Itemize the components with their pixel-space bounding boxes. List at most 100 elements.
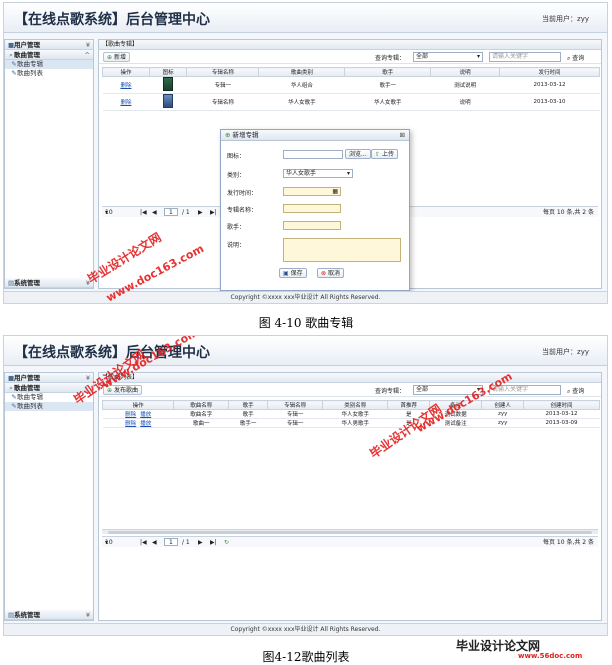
singer-input[interactable] [283, 221, 341, 230]
sidebar-group-system[interactable]: ▤系统管理 ¥ [5, 610, 93, 620]
refresh-icon[interactable]: ↻ [224, 537, 229, 548]
songlist-screenshot: 【在线点歌系统】后台管理中心 当前用户：zyy ■用户管理 ¥ ⌕歌曲管理 ^ ✎歌… [3, 335, 608, 636]
column-header: 歌手 [228, 400, 269, 410]
album-filter-select[interactable]: 全部 ▾ [413, 52, 483, 62]
chevron-down-icon: ▾ [476, 53, 480, 60]
singer-label: 歌手： [227, 224, 246, 231]
sidebar-item-albums[interactable]: ✎歌曲专辑 [5, 60, 93, 69]
footer: Copyright ©xxxx xxx毕业设计 All Rights Reser… [4, 291, 607, 303]
filter-label: 查询专辑： [375, 388, 406, 395]
page-size-select[interactable]: 10 ▾ [105, 207, 113, 218]
app-header: 【在线点歌系统】后台管理中心 当前用户：zyy [4, 3, 607, 33]
icon-label: 图标： [227, 153, 246, 160]
column-header: 说明 [430, 67, 501, 77]
next-page-icon[interactable]: ▶ [198, 207, 203, 218]
add-album-button[interactable]: ⊕ 新增 [103, 52, 130, 62]
album-table: 操作 图标 专辑名称 歌曲类别 歌手 说明 发行时间 删除 专辑一 华人组合 歌… [102, 67, 600, 111]
save-button[interactable]: ▣ 保存 [279, 268, 307, 278]
search-button[interactable]: ⌕ 查询 [567, 386, 584, 396]
column-header: 专辑名称 [186, 67, 260, 77]
prev-page-icon[interactable]: ◀ [152, 537, 157, 548]
first-page-icon[interactable]: |◀ [140, 537, 147, 548]
calendar-icon[interactable]: ▦ [332, 188, 338, 195]
scrollbar-thumb[interactable] [108, 531, 592, 534]
sidebar: ■用户管理 ¥ ⌕歌曲管理 ^ ✎歌曲专辑 ✎歌曲列表 ▤系统管理 ¥ [4, 372, 94, 621]
search-input[interactable]: 请输入关键字 [489, 52, 561, 62]
release-date-label: 发行时间： [227, 190, 258, 197]
search-icon: ⌕ [567, 55, 571, 62]
table-row: 删除 播放 歌曲名字 歌手 专辑一 华人女歌手 是 测试数据 zyy 2013-0… [102, 409, 600, 419]
close-icon[interactable]: ⊠ [400, 130, 405, 141]
column-header: 创建时间 [522, 400, 601, 410]
play-link[interactable]: 播放 [140, 421, 151, 427]
chevron-down-icon: ¥ [85, 41, 90, 49]
chevron-down-icon: ▾ [346, 170, 350, 177]
toolbar: ⊕ 发布歌曲 查询专辑： 全部 ▾ 请输入关键字 ⌕ 查询 [99, 383, 601, 397]
pager: 10 ▾ |◀ ◀ 1 / 1 ▶ ▶| ↻ 每页 10 条,共 2 条 [102, 536, 598, 547]
browse-button[interactable]: 浏览... [345, 149, 371, 159]
total-pages: / 1 [182, 539, 190, 546]
last-page-icon[interactable]: ▶| [210, 537, 217, 548]
album-cover-image [163, 94, 174, 108]
song-table: 操作 歌曲名称 歌手 专辑名称 类别名称 首推荐 备注 创建人 创建时间 删除播… [101, 400, 601, 428]
page-size-select[interactable]: 10 ▾ [105, 537, 113, 548]
column-header: 图标 [148, 67, 188, 77]
icon-file-input[interactable] [283, 150, 343, 159]
delete-link[interactable]: 删除 [125, 421, 136, 427]
last-page-icon[interactable]: ▶| [210, 207, 217, 218]
sidebar-item-songs[interactable]: ✎歌曲列表 [5, 69, 93, 78]
chevron-up-icon: ^ [84, 51, 90, 59]
category-label: 类别： [227, 172, 246, 179]
play-link[interactable]: 播放 [140, 412, 151, 418]
category-select[interactable]: 华人女歌手 ▾ [283, 169, 353, 178]
delete-link[interactable]: 删除 [120, 100, 131, 106]
column-header: 专辑名称 [267, 400, 323, 410]
current-user: 当前用户：zyy [542, 348, 589, 356]
next-page-icon[interactable]: ▶ [198, 537, 203, 548]
pager-summary: 每页 10 条,共 2 条 [543, 209, 594, 216]
upload-icon: ⇧ [375, 151, 381, 158]
table-row: 删除 专辑一 华人组合 歌手一 测试说明 2013-03-12 [102, 76, 600, 94]
column-header: 发行时间 [499, 67, 600, 77]
add-icon: ⊕ [225, 131, 231, 139]
column-header: 歌曲名称 [173, 400, 230, 410]
search-button[interactable]: ⌕ 查询 [567, 53, 584, 63]
page-input[interactable]: 1 [164, 208, 178, 216]
prev-page-icon[interactable]: ◀ [152, 207, 157, 218]
delete-link[interactable]: 删除 [125, 412, 136, 418]
total-pages: / 1 [182, 209, 190, 216]
page-input[interactable]: 1 [164, 538, 178, 546]
album-name-input[interactable] [283, 204, 341, 213]
sidebar-group-system[interactable]: ▤系统管理 ¥ [5, 278, 93, 288]
horizontal-scrollbar[interactable] [102, 529, 598, 534]
pager-summary: 每页 10 条,共 2 条 [543, 539, 594, 546]
cancel-button[interactable]: ⊗ 取消 [317, 268, 344, 278]
sidebar-group-songs[interactable]: ⌕歌曲管理 ^ [5, 50, 93, 60]
column-header: 歌曲类别 [258, 67, 346, 77]
description-textarea[interactable] [283, 238, 401, 262]
save-icon: ▣ [283, 270, 289, 277]
delete-link[interactable]: 删除 [120, 83, 131, 89]
sidebar-group-users[interactable]: ■用户管理 ¥ [5, 40, 93, 50]
figure-caption-album: 图 4-10 歌曲专辑 [258, 316, 354, 330]
column-header: 创建人 [481, 400, 524, 410]
main-content: 【歌曲列表】 ⊕ 发布歌曲 查询专辑： 全部 ▾ 请输入关键字 ⌕ 查询 操作 歌… [98, 372, 602, 621]
toolbar: ⊕ 新增 查询专辑： 全部 ▾ 请输入关键字 ⌕ 查询 [99, 50, 601, 64]
column-header: 操作 [102, 67, 150, 77]
site-logo-url: www.56doc.com [518, 652, 583, 660]
sidebar: ■用户管理 ¥ ⌕歌曲管理 ^ ✎歌曲专辑 ✎歌曲列表 ▤系统管理 ¥ [4, 39, 94, 289]
release-date-input[interactable]: ▦ [283, 187, 341, 196]
cancel-icon: ⊗ [321, 270, 327, 277]
table-row: 删除 专辑名称 华人女歌手 华人女歌手 说明 2013-03-10 [102, 93, 600, 111]
upload-button[interactable]: ⇧ 上传 [371, 149, 398, 159]
dialog-title: ⊕ 新增专辑 ⊠ [221, 130, 409, 141]
add-icon: ⊕ [107, 54, 113, 61]
app-title: 【在线点歌系统】后台管理中心 [14, 12, 210, 28]
sidebar-group-users[interactable]: ■用户管理 ¥ [5, 373, 93, 383]
panel-title: 【歌曲列表】 [99, 373, 601, 383]
footer: Copyright ©xxxx xxx毕业设计 All Rights Reser… [4, 623, 607, 635]
search-icon: ⌕ [567, 388, 571, 395]
first-page-icon[interactable]: |◀ [140, 207, 147, 218]
album-screenshot: 【在线点歌系统】后台管理中心 当前用户：zyy ■用户管理 ¥ ⌕歌曲管理 ^ ✎歌… [3, 2, 608, 304]
album-cover-image [163, 77, 174, 91]
